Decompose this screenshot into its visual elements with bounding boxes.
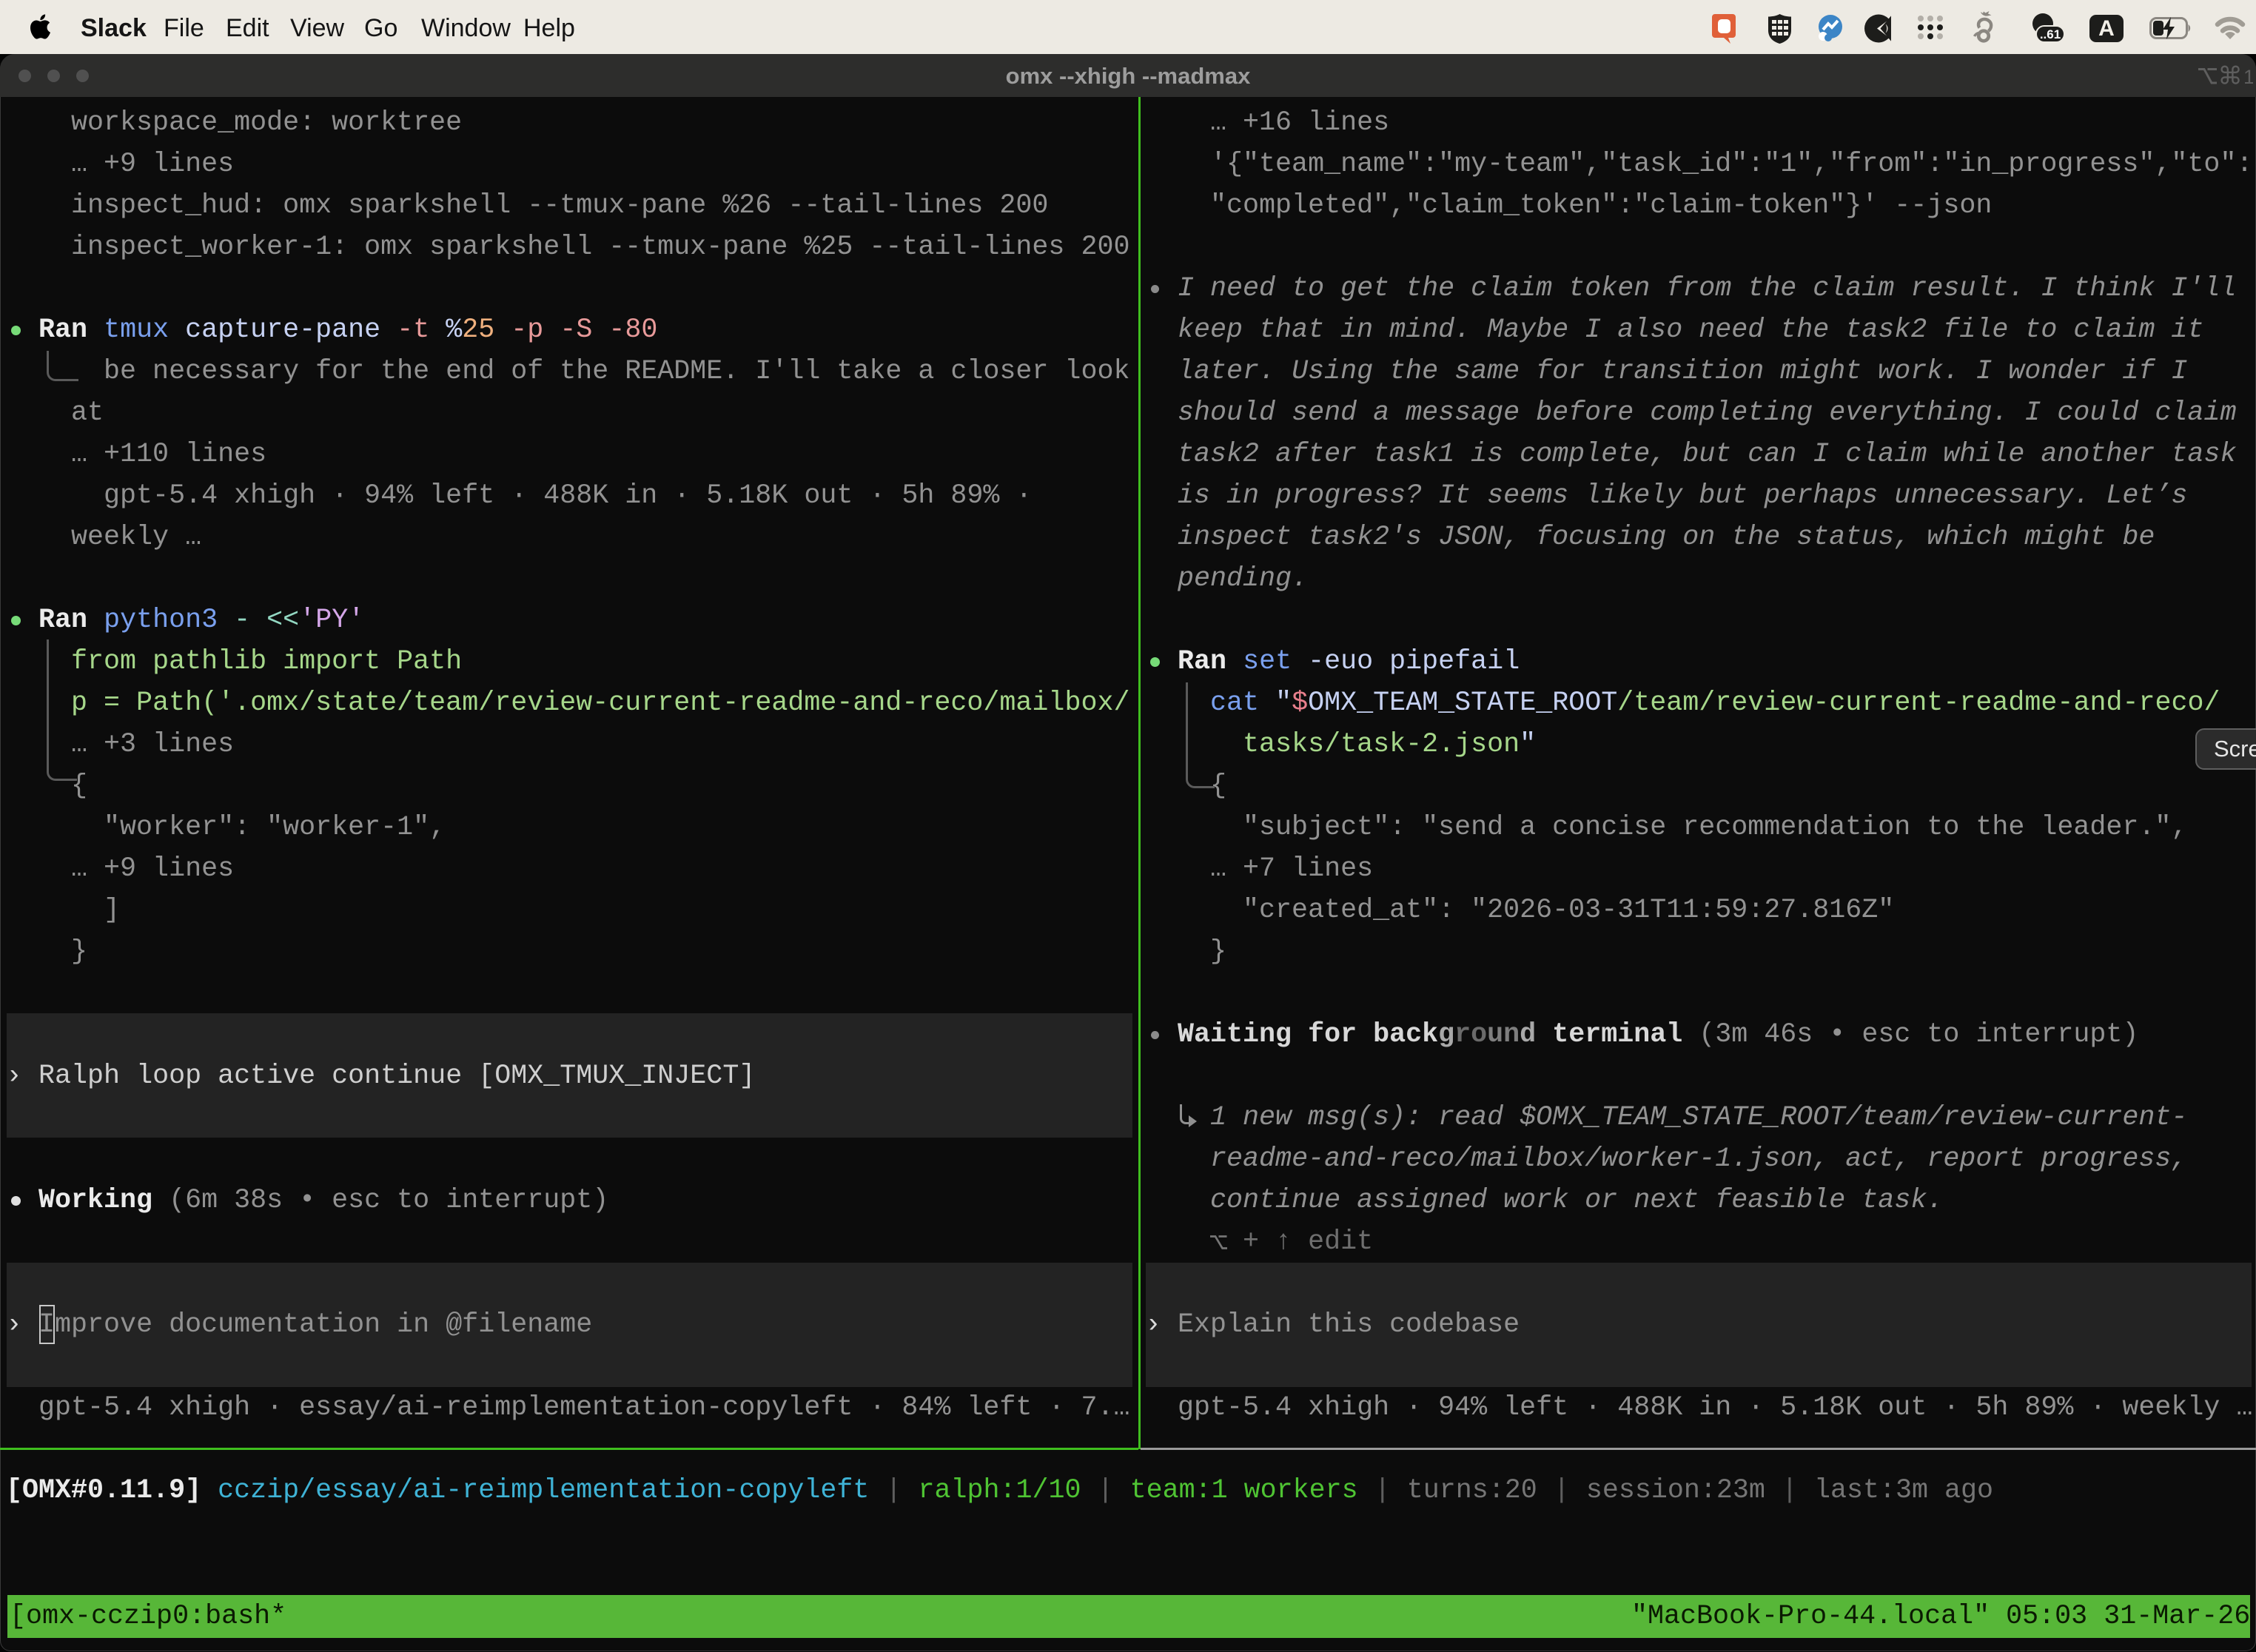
svg-text:1: 1 — [2243, 66, 2253, 87]
svg-text:..61: ..61 — [2040, 27, 2061, 41]
